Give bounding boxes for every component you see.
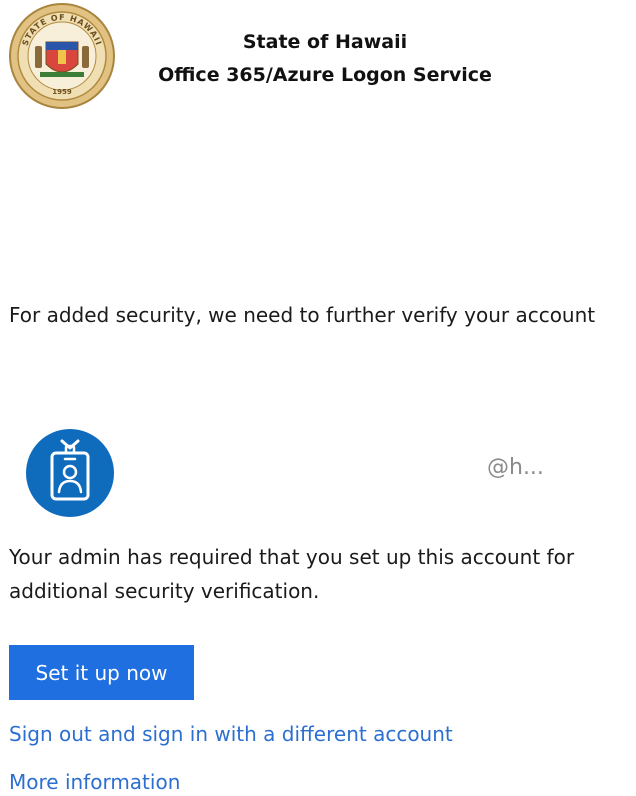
state-seal-icon: STATE OF HAWAII 1959 bbox=[8, 2, 116, 110]
sign-out-link[interactable]: Sign out and sign in with a different ac… bbox=[9, 722, 453, 746]
account-id: @h... bbox=[487, 455, 544, 480]
user-badge-icon bbox=[25, 428, 115, 518]
page-headline: For added security, we need to further v… bbox=[9, 303, 596, 327]
description-text: Your admin has required that you set up … bbox=[9, 545, 575, 603]
seal-year: 1959 bbox=[52, 88, 72, 96]
set-it-up-now-button[interactable]: Set it up now bbox=[9, 645, 194, 700]
header-title-line2: Office 365/Azure Logon Service bbox=[158, 64, 492, 86]
header-title-line1: State of Hawaii bbox=[242, 31, 408, 53]
more-information-link[interactable]: More information bbox=[9, 770, 180, 794]
header-title: State of Hawaii Office 365/Azure Logon S… bbox=[130, 26, 520, 92]
